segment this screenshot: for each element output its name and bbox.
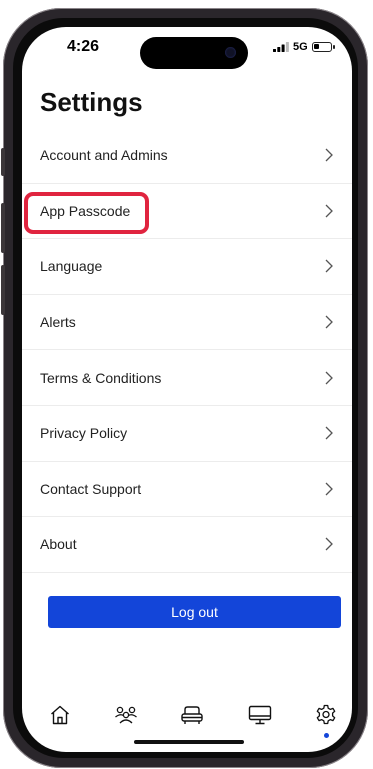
menu-item-language[interactable]: Language — [22, 239, 352, 295]
chevron-right-icon — [325, 315, 333, 329]
battery-icon — [311, 42, 335, 52]
menu-item-label: Language — [40, 258, 103, 275]
home-icon — [51, 705, 69, 725]
battery-level — [313, 44, 319, 49]
dynamic-island — [140, 37, 248, 69]
chevron-right-icon — [325, 204, 333, 218]
tab-monitor[interactable] — [242, 697, 278, 733]
volume-down-button — [1, 265, 5, 315]
menu-item-label: Contact Support — [40, 480, 142, 497]
vehicle-icon — [181, 706, 203, 724]
menu-item-about[interactable]: About — [22, 517, 352, 573]
chevron-right-icon — [325, 537, 333, 551]
menu-item-app-passcode[interactable]: App Passcode — [22, 184, 352, 240]
chevron-right-icon — [325, 148, 333, 162]
menu-item-label: App Passcode — [40, 202, 131, 219]
tab-vehicle[interactable] — [174, 697, 210, 733]
menu-item-account-and-admins[interactable]: Account and Admins — [22, 128, 352, 184]
logout-button[interactable]: Log out — [48, 596, 341, 628]
menu-item-terms-and-conditions[interactable]: Terms & Conditions — [22, 350, 352, 406]
menu-item-alerts[interactable]: Alerts — [22, 295, 352, 351]
chevron-right-icon — [325, 260, 333, 273]
menu-item-label: Terms & Conditions — [40, 369, 162, 386]
network-type: 5G — [293, 41, 308, 53]
volume-up-button — [1, 203, 5, 253]
chevron-right-icon — [325, 371, 333, 385]
page-title: Settings — [40, 87, 143, 117]
chevron-right-icon — [325, 426, 333, 440]
tab-bar — [22, 697, 352, 738]
tab-settings[interactable] — [308, 697, 344, 738]
menu-item-privacy-policy[interactable]: Privacy Policy — [22, 406, 352, 462]
gear-icon — [316, 704, 336, 725]
settings-menu: Account and Admins App Passcode Language… — [22, 128, 352, 573]
action-button — [1, 148, 5, 176]
status-indicators: 5G — [273, 41, 335, 53]
menu-item-label: Privacy Policy — [40, 425, 128, 442]
active-tab-indicator — [323, 733, 329, 738]
phone-frame: 4:26 5G Settings Account and Admins App — [1, 8, 368, 768]
tab-users[interactable] — [108, 697, 144, 733]
users-icon — [115, 706, 137, 724]
signal-icon — [273, 42, 289, 52]
chevron-right-icon — [325, 482, 333, 496]
menu-item-label: Alerts — [40, 314, 76, 331]
status-time: 4:26 — [67, 38, 100, 55]
home-indicator[interactable] — [134, 740, 244, 744]
monitor-icon — [248, 705, 272, 725]
tab-home[interactable] — [42, 697, 78, 733]
menu-item-contact-support[interactable]: Contact Support — [22, 462, 352, 518]
menu-item-label: Account and Admins — [40, 147, 168, 164]
menu-item-label: About — [40, 536, 77, 553]
camera-icon — [225, 47, 236, 58]
screen: 4:26 5G Settings Account and Admins App — [22, 27, 352, 752]
